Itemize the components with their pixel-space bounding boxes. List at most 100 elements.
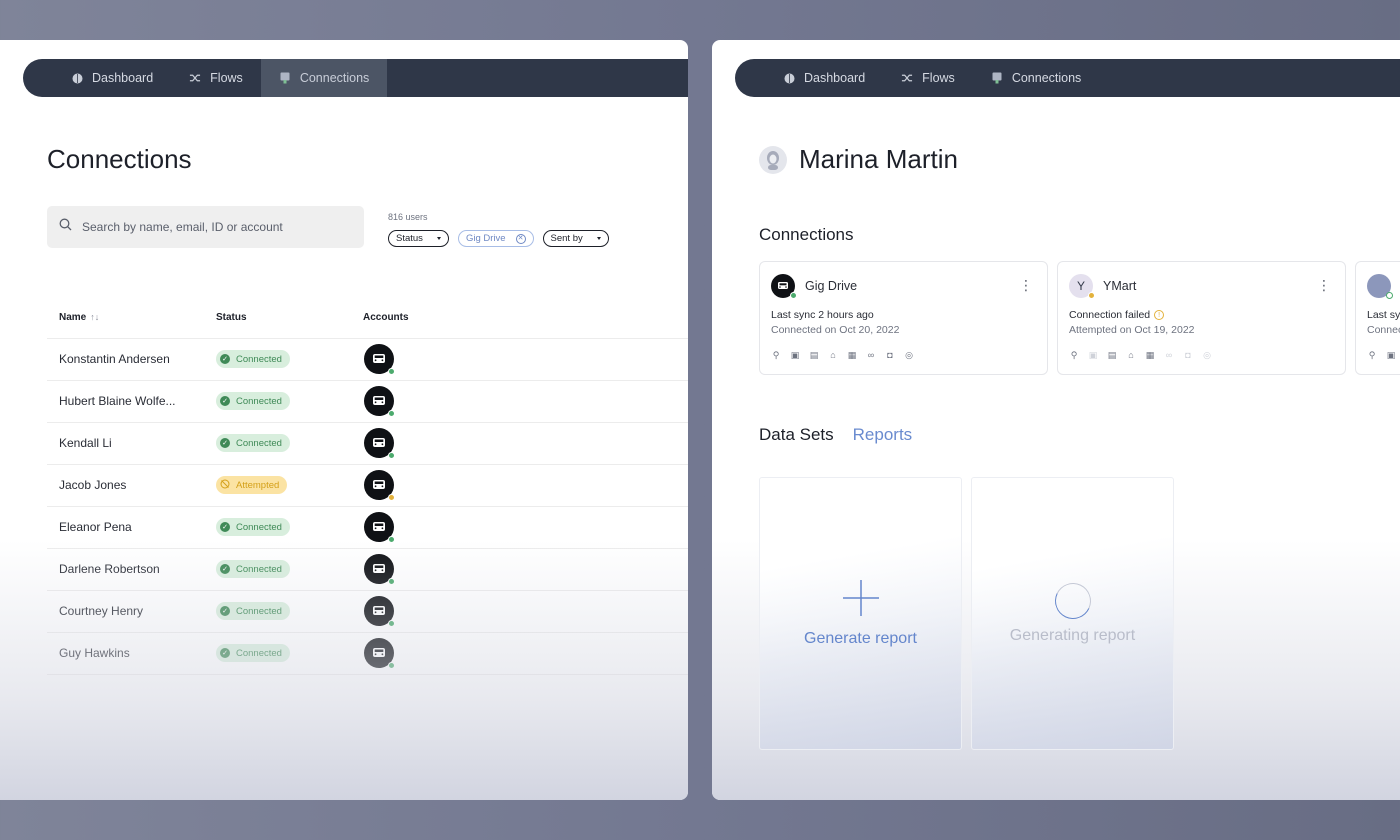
document-icon: ▤ — [809, 349, 819, 360]
card-date: Connected on Oct 20, 2022 — [771, 324, 900, 336]
car-icon — [771, 274, 797, 299]
bike-icon: ∞ — [1165, 350, 1173, 360]
generate-report-button[interactable]: Generate report — [759, 477, 962, 750]
connection-card[interactable]: Last sync Connected ⚲ ▣ — [1355, 261, 1400, 375]
nav-connections-label: Connections — [1011, 71, 1082, 85]
nav-flows-label: Flows — [922, 71, 955, 85]
card-sync-status: Connection failed — [1069, 309, 1151, 321]
report-tiles: Generate report Generating report — [759, 477, 1174, 750]
no-sync-icon — [220, 479, 230, 492]
person-icon: ⚲ — [772, 349, 780, 360]
sort-icon[interactable]: ↑↓ — [90, 312, 99, 322]
card-date: Attempted on Oct 19, 2022 — [1069, 324, 1195, 336]
status-filter[interactable]: Status — [388, 230, 449, 247]
search-icon — [59, 218, 72, 236]
table-row[interactable]: Guy Hawkins ✓ Connected — [47, 632, 688, 675]
nav-flows[interactable]: Flows — [171, 59, 261, 97]
brain-icon — [71, 72, 83, 84]
status-badge: ✓ Connected — [216, 392, 290, 410]
calendar-icon: ▦ — [847, 349, 857, 360]
user-count: 816 users — [388, 212, 428, 222]
column-header-status: Status — [216, 298, 363, 339]
connections-section-title: Connections — [759, 225, 854, 244]
chevron-down-icon — [596, 237, 601, 240]
search-input[interactable] — [82, 220, 342, 234]
account-avatar[interactable] — [364, 428, 395, 459]
account-avatar[interactable] — [364, 470, 395, 501]
bank-icon: ⌂ — [1128, 350, 1134, 360]
connections-table: Name ↑↓ Status Accounts Konstantin Anders… — [47, 298, 688, 675]
table-row[interactable]: Kendall Li ✓ Connected — [47, 422, 688, 465]
column-name-label: Name — [59, 312, 87, 324]
applied-filter-chip[interactable]: Gig Drive ✕ — [457, 230, 534, 247]
search-field[interactable] — [47, 206, 364, 248]
check-circle-icon: ✓ — [220, 438, 230, 448]
sent-by-filter[interactable]: Sent by — [542, 230, 609, 247]
permission-icons: ⚲ ▣ ▤ ⌂ ▦ ∞ ◘ ◎ — [771, 349, 1036, 361]
status-label: Attempted — [236, 479, 280, 491]
nav-dashboard[interactable]: Dashboard — [765, 59, 883, 97]
car-icon — [373, 564, 385, 573]
more-options-icon[interactable]: ⋮ — [1317, 278, 1331, 292]
table-row[interactable]: Courtney Henry ✓ Connected — [47, 590, 688, 633]
clear-filter-icon[interactable]: ✕ — [515, 233, 526, 244]
account-avatar[interactable] — [364, 554, 395, 585]
account-avatar[interactable] — [364, 596, 395, 627]
permission-icons: ⚲ ▣ ▤ ⌂ ▦ ∞ ◘ ◎ — [1069, 349, 1334, 361]
status-label: Connected — [236, 395, 282, 407]
row-name: Hubert Blaine Wolfe... — [47, 380, 216, 423]
column-header-name[interactable]: Name ↑↓ — [47, 298, 216, 339]
filter-bar: Status Gig Drive ✕ Sent by — [388, 230, 609, 247]
more-options-icon[interactable]: ⋮ — [1019, 278, 1033, 292]
money-icon: ▣ — [1386, 349, 1396, 360]
car-icon: ◘ — [1185, 350, 1191, 360]
connection-card[interactable]: Gig Drive ⋮ Last sync 2 hours ago Connec… — [759, 261, 1048, 375]
account-avatar[interactable] — [364, 386, 395, 417]
warning-icon: ! — [1154, 310, 1165, 320]
account-avatar[interactable] — [364, 344, 395, 375]
report-tabs: Data Sets Reports — [759, 425, 912, 445]
ymart-logo-icon: Y — [1069, 274, 1095, 299]
shuffle-icon — [189, 72, 201, 84]
account-avatar[interactable] — [364, 512, 395, 543]
check-circle-icon: ✓ — [220, 648, 230, 658]
status-label: Connected — [236, 521, 282, 533]
top-nav: Dashboard Flows Connections — [23, 59, 688, 97]
status-badge: ✓ Connected — [216, 434, 290, 452]
table-row[interactable]: Eleanor Pena ✓ Connected — [47, 506, 688, 549]
status-badge: ✓ Connected — [216, 518, 290, 536]
card-name: YMart — [1103, 279, 1137, 293]
connection-card[interactable]: Y YMart ⋮ Connection failed! Attempted o… — [1057, 261, 1346, 375]
check-circle-icon: ✓ — [220, 354, 230, 364]
account-status-dot — [388, 410, 395, 417]
nav-dashboard-label: Dashboard — [804, 71, 866, 85]
brain-icon — [783, 72, 795, 84]
plug-icon — [991, 72, 1003, 84]
badge-icon: ◎ — [1203, 349, 1211, 360]
nav-connections[interactable]: Connections — [260, 59, 388, 97]
row-name: Guy Hawkins — [47, 632, 216, 675]
account-avatar[interactable] — [364, 638, 395, 669]
tab-reports[interactable]: Reports — [853, 425, 913, 445]
nav-connections[interactable]: Connections — [973, 59, 1100, 97]
nav-dashboard[interactable]: Dashboard — [53, 59, 171, 97]
generating-report-label: Generating report — [1009, 626, 1136, 644]
column-header-accounts: Accounts — [363, 298, 688, 339]
table-row[interactable]: Konstantin Andersen ✓ Connected — [47, 338, 688, 381]
tab-data-sets[interactable]: Data Sets — [759, 425, 834, 445]
check-circle-icon: ✓ — [220, 564, 230, 574]
status-label: Connected — [236, 563, 282, 575]
account-status-dot — [388, 452, 395, 459]
user-name: Marina Martin — [799, 144, 958, 174]
table-row[interactable]: Darlene Robertson ✓ Connected — [47, 548, 688, 591]
car-icon — [373, 438, 385, 447]
table-row[interactable]: Jacob Jones Attempted — [47, 464, 688, 507]
row-name: Courtney Henry — [47, 590, 216, 633]
money-icon: ▣ — [790, 349, 800, 360]
row-name: Eleanor Pena — [47, 506, 216, 549]
row-name: Konstantin Andersen — [47, 338, 216, 381]
table-row[interactable]: Hubert Blaine Wolfe... ✓ Connected — [47, 380, 688, 423]
card-name: Gig Drive — [805, 279, 858, 293]
nav-flows[interactable]: Flows — [883, 59, 973, 97]
generate-report-label: Generate report — [804, 630, 917, 647]
